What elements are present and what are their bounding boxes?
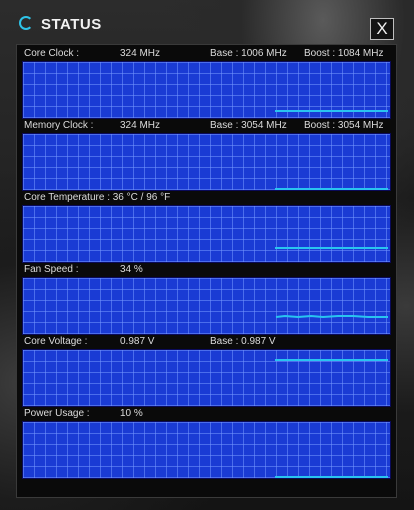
monitor-value: 324 MHz — [120, 120, 161, 131]
window-title: STATUS — [41, 16, 102, 33]
status-panel: Core Clock : 324 MHz Base : 1006 MHz Boo… — [16, 44, 397, 498]
status-logo-icon — [19, 16, 33, 30]
window-frame: STATUS X Core Clock : 324 MHz Base : 100… — [0, 0, 414, 510]
title-bar: STATUS X — [0, 0, 414, 48]
graph-core-temperature — [22, 205, 391, 263]
monitor-label: Core Voltage : — [24, 336, 88, 347]
monitor-boost: Boost : 3054 MHz — [304, 120, 384, 131]
monitor-value: 10 % — [120, 408, 143, 419]
graph-trace — [275, 314, 388, 319]
graph-memory-clock — [22, 133, 391, 191]
monitor-label: Memory Clock : — [24, 120, 94, 131]
graph-core-clock — [22, 61, 391, 119]
monitor-label: Core Temperature : 36 °C / 96 °F — [24, 192, 171, 203]
graph-core-voltage — [22, 349, 391, 407]
graph-power-usage — [22, 421, 391, 479]
monitor-header: Memory Clock : 324 MHz Base : 3054 MHz B… — [22, 119, 391, 133]
monitor-base: Base : 1006 MHz — [210, 48, 287, 59]
monitor-boost: Boost : 1084 MHz — [304, 48, 384, 59]
monitor-label: Power Usage : — [24, 408, 90, 419]
monitor-value: 34 % — [120, 264, 143, 275]
monitor-value: 324 MHz — [120, 48, 161, 59]
close-button[interactable]: X — [370, 18, 394, 40]
monitor-header: Core Temperature : 36 °C / 96 °F — [22, 191, 391, 205]
monitor-base: Base : 3054 MHz — [210, 120, 287, 131]
monitor-label: Fan Speed : — [24, 264, 79, 275]
monitor-header: Core Voltage : 0.987 V Base : 0.987 V — [22, 335, 391, 349]
graph-fan-speed — [22, 277, 391, 335]
monitor-base: Base : 0.987 V — [210, 336, 276, 347]
monitor-header: Power Usage : 10 % — [22, 407, 391, 421]
monitor-value: 0.987 V — [120, 336, 155, 347]
monitor-header: Fan Speed : 34 % — [22, 263, 391, 277]
monitor-label: Core Clock : — [24, 48, 80, 59]
monitor-header: Core Clock : 324 MHz Base : 1006 MHz Boo… — [22, 47, 391, 61]
